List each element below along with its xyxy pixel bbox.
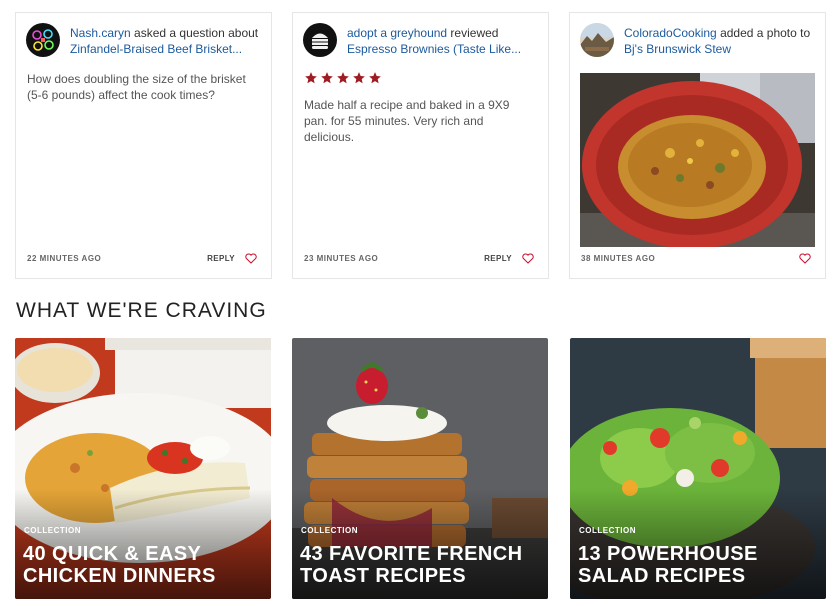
collection-tile-salad[interactable]: COLLECTION 13 Powerhouse Salad Recipes bbox=[570, 338, 826, 599]
heart-icon[interactable] bbox=[799, 253, 811, 264]
star-icon bbox=[337, 72, 349, 84]
star-icon bbox=[321, 72, 333, 84]
collection-title[interactable]: 13 Powerhouse Salad Recipes bbox=[578, 543, 820, 587]
activity-card-review: adopt a greyhound reviewed Espresso Brow… bbox=[292, 12, 549, 279]
card-header: Nash.caryn asked a question about Zinfan… bbox=[26, 23, 263, 59]
user-link[interactable]: adopt a greyhound bbox=[347, 26, 447, 40]
activity-card-question: Nash.caryn asked a question about Zinfan… bbox=[15, 12, 272, 279]
heart-icon[interactable] bbox=[522, 253, 534, 264]
reply-button[interactable]: REPLY bbox=[484, 254, 512, 263]
recipe-link[interactable]: Espresso Brownies (Taste Like... bbox=[347, 41, 540, 57]
activity-action: added a photo to bbox=[716, 26, 811, 40]
user-photo[interactable] bbox=[580, 73, 815, 247]
activity-feed: Nash.caryn asked a question about Zinfan… bbox=[15, 12, 827, 279]
collection-label: COLLECTION bbox=[579, 526, 636, 535]
collection-tiles: COLLECTION 40 Quick & Easy Chicken Dinne… bbox=[15, 338, 827, 599]
card-footer: 38 MINUTES AGO bbox=[581, 253, 811, 266]
timestamp: 22 MINUTES AGO bbox=[27, 254, 102, 263]
activity-headline: Nash.caryn asked a question about Zinfan… bbox=[70, 25, 263, 57]
card-footer: 22 MINUTES AGO REPLY bbox=[27, 253, 257, 266]
card-footer: 23 MINUTES AGO REPLY bbox=[304, 253, 534, 266]
timestamp: 38 MINUTES AGO bbox=[581, 254, 656, 263]
user-avatar[interactable] bbox=[303, 23, 337, 57]
collection-tile-chicken[interactable]: COLLECTION 40 Quick & Easy Chicken Dinne… bbox=[15, 338, 271, 599]
star-icon bbox=[369, 72, 381, 84]
collection-tile-french-toast[interactable]: COLLECTION 43 Favorite French Toast Reci… bbox=[292, 338, 548, 599]
question-text: How does doubling the size of the briske… bbox=[27, 72, 246, 102]
user-link[interactable]: Nash.caryn bbox=[70, 26, 131, 40]
timestamp: 23 MINUTES AGO bbox=[304, 254, 379, 263]
user-avatar[interactable] bbox=[26, 23, 60, 57]
recipe-link[interactable]: Bj's Brunswick Stew bbox=[624, 42, 731, 56]
activity-headline: ColoradoCooking added a photo to Bj's Br… bbox=[624, 25, 817, 57]
card-header: adopt a greyhound reviewed Espresso Brow… bbox=[303, 23, 540, 59]
activity-card-photo: ColoradoCooking added a photo to Bj's Br… bbox=[569, 12, 826, 279]
review-text: Made half a recipe and baked in a 9X9 pa… bbox=[304, 98, 510, 144]
reply-button[interactable]: REPLY bbox=[207, 254, 235, 263]
recipe-link[interactable]: Zinfandel-Braised Beef Brisket... bbox=[70, 41, 263, 57]
star-icon bbox=[305, 72, 317, 84]
card-header: ColoradoCooking added a photo to Bj's Br… bbox=[580, 23, 817, 59]
activity-headline: adopt a greyhound reviewed Espresso Brow… bbox=[347, 25, 540, 57]
star-rating bbox=[304, 71, 382, 87]
collection-label: COLLECTION bbox=[24, 526, 81, 535]
heart-icon[interactable] bbox=[245, 253, 257, 264]
user-avatar[interactable] bbox=[580, 23, 614, 57]
activity-action: asked a question about bbox=[130, 26, 259, 40]
collection-label: COLLECTION bbox=[301, 526, 358, 535]
collection-title[interactable]: 40 Quick & Easy Chicken Dinners bbox=[23, 543, 265, 587]
section-title: WHAT WE'RE CRAVING bbox=[16, 299, 267, 322]
user-link[interactable]: ColoradoCooking bbox=[624, 26, 717, 40]
activity-action: reviewed bbox=[447, 26, 499, 40]
star-icon bbox=[353, 72, 365, 84]
collection-title[interactable]: 43 Favorite French Toast Recipes bbox=[300, 543, 542, 587]
